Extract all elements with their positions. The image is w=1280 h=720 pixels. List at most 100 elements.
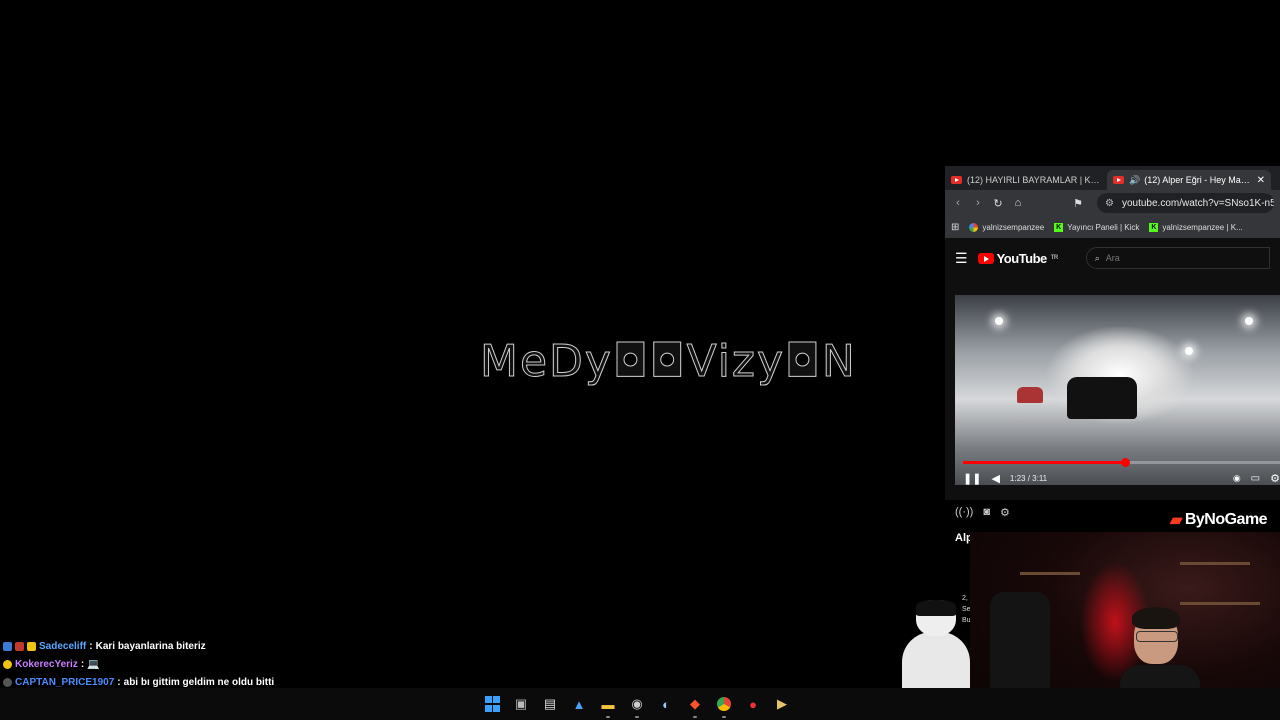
chat-text: 💻 [87, 658, 100, 670]
media-icon[interactable]: ▶ [774, 696, 790, 712]
browser-window: (12) HAYIRLI BAYRAMLAR | Kanser ol 🔊 (12… [945, 166, 1280, 519]
url-text: youtube.com/watch?v=SNso1K-n5TE [1121, 197, 1274, 209]
chat-username: CAPTAN_PRICE1907 [15, 676, 115, 688]
running-indicator [606, 716, 610, 718]
chat-username: KokerecYeriz [15, 658, 78, 670]
progress-scrubber[interactable] [1120, 458, 1130, 467]
ceiling-lamp [1245, 317, 1253, 325]
search-icon: ⌕ [1094, 252, 1100, 263]
hamburger-menu-icon[interactable]: ☰ [955, 250, 968, 267]
youtube-favicon-icon [1113, 176, 1124, 184]
forward-icon[interactable]: › [971, 197, 985, 209]
chat-username: Sadeceliff [39, 640, 87, 652]
bookmark-label: Yayıncı Paneli | Kick [1067, 222, 1140, 232]
running-indicator [635, 716, 639, 718]
tab-title: (12) HAYIRLI BAYRAMLAR | Kanser ol [967, 175, 1101, 185]
region-code: TR [1050, 255, 1059, 261]
pause-icon[interactable]: ❚❚ [963, 472, 981, 485]
apps-grid-icon[interactable]: ⊞ [951, 222, 959, 233]
streamer-hair [1132, 607, 1180, 629]
task-view-icon[interactable]: ▣ [513, 696, 529, 712]
bookmark-icon[interactable]: ⚑ [1071, 197, 1085, 210]
stream-tools: ((·)) ◙ ⚙ [955, 506, 1010, 519]
bookmark-item[interactable]: K yalnizsempanzee | K... [1149, 222, 1243, 232]
youtube-play-icon [977, 252, 994, 264]
youtube-wordmark: YouTube [996, 250, 1048, 266]
running-indicator [693, 716, 697, 718]
badge-icon [15, 641, 24, 651]
search-input[interactable]: ⌕ Ara [1085, 247, 1270, 269]
camera-icon[interactable]: ◙ [983, 506, 990, 519]
car-background [1017, 387, 1043, 403]
obs-icon[interactable]: ◉ [629, 696, 645, 718]
chat-separator: : [89, 640, 93, 652]
home-icon[interactable]: ⌂ [1011, 197, 1025, 209]
google-icon [969, 222, 979, 232]
chat-text: abi bı gittim geldim ne oldu bitti [123, 676, 275, 688]
chat-text: Kari bayanlarina biteriz [95, 640, 206, 652]
bookmark-item[interactable]: yalnizsempanzee [969, 222, 1045, 232]
chat-overlay: Sadeceliff : Kari bayanlarina biteriz Ko… [3, 637, 423, 691]
kick-icon: K [1054, 222, 1064, 232]
tab-hayirli-bayramlar[interactable]: (12) HAYIRLI BAYRAMLAR | Kanser ol [945, 170, 1107, 190]
speaker-icon[interactable]: 🔊 [1129, 175, 1140, 186]
youtube-page: ☰ YouTube TR ⌕ Ara ❚❚ ◀ 1:23 / 3:11 ◉ ▭ … [945, 238, 1280, 519]
running-indicator [722, 716, 726, 718]
taskbar: ▣ ▤ ▲ ▬ ◉ ◐ ◆ ● ▶ [0, 688, 1280, 720]
app-icon[interactable]: ▤ [542, 696, 558, 712]
autoplay-toggle-icon[interactable]: ◉ [1233, 473, 1241, 484]
chat-separator: : [80, 658, 85, 670]
bynogame-logo: ▰ ByNoGame [1170, 510, 1268, 530]
address-bar[interactable]: ⚙ youtube.com/watch?v=SNso1K-n5TE [1097, 193, 1274, 213]
photos-icon[interactable]: ▲ [571, 696, 587, 712]
bookmark-label: yalnizsempanzee | K... [1162, 222, 1243, 232]
shelf [1180, 562, 1250, 565]
car-foreground [1067, 377, 1137, 419]
red-app-icon[interactable]: ● [745, 696, 761, 712]
taskbar-icons: ▣ ▤ ▲ ▬ ◉ ◐ ◆ ● ▶ [484, 688, 790, 720]
bookmark-item[interactable]: K Yayıncı Paneli | Kick [1054, 222, 1140, 232]
windows-start-icon[interactable] [484, 696, 500, 712]
progress-fill [963, 461, 1125, 464]
close-tab-icon[interactable]: ✕ [1257, 175, 1265, 186]
reload-icon[interactable]: ↻ [991, 197, 1005, 210]
chat-message: KokerecYeriz : 💻 [3, 655, 423, 673]
video-progress-bar[interactable] [963, 458, 1280, 467]
tab-alper-egri[interactable]: 🔊 (12) Alper Eğri - Hey Mami | T ✕ [1107, 170, 1271, 190]
brave-icon[interactable]: ◆ [687, 696, 703, 718]
gear-icon[interactable]: ⚙ [1000, 506, 1010, 519]
flame-icon: ▰ [1170, 512, 1182, 529]
tab-title: (12) Alper Eğri - Hey Mami | T [1144, 175, 1253, 185]
badge-icon [3, 677, 12, 687]
ceiling-lamp [995, 317, 1003, 325]
badge-icon [3, 641, 12, 651]
tab-bar: (12) HAYIRLI BAYRAMLAR | Kanser ol 🔊 (12… [945, 166, 1280, 190]
video-player[interactable]: ❚❚ ◀ 1:23 / 3:11 ◉ ▭ ⚙ [955, 295, 1280, 485]
video-time: 1:23 / 3:11 [1009, 473, 1048, 483]
settings-gear-icon[interactable]: ⚙ [1270, 472, 1280, 485]
bookmarks-bar: ⊞ yalnizsempanzee K Yayıncı Paneli | Kic… [945, 216, 1280, 239]
shelf [1180, 602, 1260, 605]
youtube-favicon-icon [951, 176, 962, 184]
subtitles-icon[interactable]: ▭ [1251, 473, 1260, 484]
search-placeholder: Ara [1105, 253, 1120, 263]
chat-separator: : [117, 676, 121, 688]
brand-text: ByNoGame [1184, 511, 1268, 528]
shelf [1020, 572, 1080, 575]
youtube-logo[interactable]: YouTube TR [977, 250, 1059, 266]
chrome-icon[interactable] [716, 696, 732, 718]
youtube-header: ☰ YouTube TR ⌕ Ara [945, 238, 1280, 278]
badge-icon [27, 641, 36, 651]
bookmark-label: yalnizsempanzee [982, 222, 1045, 232]
medyavizyon-logo: MeDy◘◘Vizy◘N [480, 336, 857, 388]
player-controls: ❚❚ ◀ 1:23 / 3:11 ◉ ▭ ⚙ [963, 471, 1280, 485]
kick-icon: K [1149, 222, 1159, 232]
steam-icon[interactable]: ◐ [658, 696, 674, 712]
site-info-icon[interactable]: ⚙ [1105, 198, 1114, 209]
chat-message: Sadeceliff : Kari bayanlarina biteriz [3, 637, 423, 655]
broadcast-icon[interactable]: ((·)) [955, 506, 973, 519]
gaming-chair [990, 592, 1050, 702]
volume-icon[interactable]: ◀ [991, 472, 999, 485]
file-explorer-icon[interactable]: ▬ [600, 696, 616, 718]
back-icon[interactable]: ‹ [951, 197, 965, 209]
